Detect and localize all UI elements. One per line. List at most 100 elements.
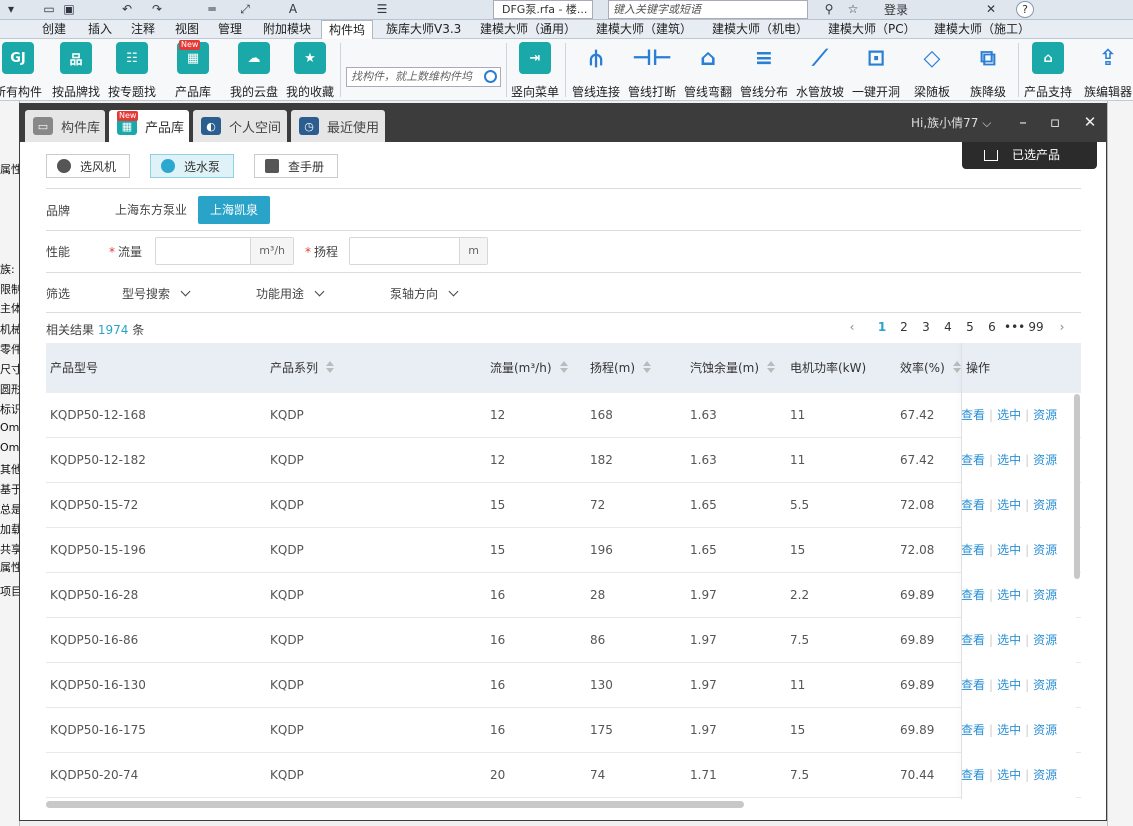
help-search-input[interactable]: 键入关键字或短语 xyxy=(608,0,808,19)
brand-option-kaiquan[interactable]: 上海凯泉 xyxy=(198,196,271,224)
tab-component-dock[interactable]: 构件坞 xyxy=(321,20,374,39)
exchange-icon[interactable]: ✕ xyxy=(984,2,998,16)
pipe-break-button[interactable]: ⊣⊢ 管线打断 xyxy=(624,42,680,100)
view-link[interactable]: 查看 xyxy=(961,633,985,647)
undo-icon[interactable]: ↶ xyxy=(120,2,134,16)
maximize-button[interactable]: ▫ xyxy=(1045,112,1065,132)
tab-component-library[interactable]: ▭ 构件库 xyxy=(25,110,105,142)
view-link[interactable]: 查看 xyxy=(961,678,985,692)
vertical-menu-button[interactable]: ⇥ 竖向菜单 xyxy=(507,42,563,100)
resource-link[interactable]: 资源 xyxy=(1033,723,1057,737)
app-menu-icon[interactable]: ▾ xyxy=(4,2,18,16)
close-button[interactable]: ✕ xyxy=(1080,112,1100,132)
header-head[interactable]: 扬程(m) xyxy=(590,343,652,393)
header-motor-power[interactable]: 电机功率(kW) xyxy=(790,343,866,393)
open-hole-button[interactable]: ⊡ 一键开洞 xyxy=(848,42,904,100)
tab-personal-space[interactable]: ◐ 个人空间 xyxy=(193,110,287,142)
pipe-connect-button[interactable]: ⫛ 管线连接 xyxy=(568,42,624,100)
view-link[interactable]: 查看 xyxy=(961,408,985,422)
help-button[interactable]: ? xyxy=(1016,1,1034,18)
resource-link[interactable]: 资源 xyxy=(1033,453,1057,467)
text-icon[interactable]: A xyxy=(286,2,300,16)
page-2[interactable]: 2 xyxy=(898,320,910,334)
search-icon[interactable] xyxy=(484,70,497,83)
sort-icon[interactable] xyxy=(326,360,335,373)
page-3[interactable]: 3 xyxy=(920,320,932,334)
select-link[interactable]: 选中 xyxy=(997,768,1021,782)
model-search-dropdown[interactable]: 型号搜索 xyxy=(122,285,191,302)
table-row[interactable]: KQDP50-15-196 KQDP 15 196 1.65 15 72.08 查看 | 选中 | 资… xyxy=(46,528,1081,573)
table-row[interactable]: KQDP50-15-72 KQDP 15 72 1.65 5.5 72.08 查看 | 选中 | 资源 xyxy=(46,483,1081,528)
select-link[interactable]: 选中 xyxy=(997,453,1021,467)
table-row[interactable]: KQDP50-12-182 KQDP 12 182 1.63 11 67.42 查看 | 选中 | 资… xyxy=(46,438,1081,483)
page-ellipsis[interactable]: ••• xyxy=(1004,320,1025,334)
find-by-topic-button[interactable]: ☷ 按专题找 xyxy=(104,42,160,100)
header-npsh[interactable]: 汽蚀余量(m) xyxy=(690,343,776,393)
select-link[interactable]: 选中 xyxy=(997,543,1021,557)
tab-product-library[interactable]: New ▦ 产品库 xyxy=(109,110,189,142)
select-link[interactable]: 选中 xyxy=(997,408,1021,422)
redo-icon[interactable]: ↷ xyxy=(150,2,164,16)
check-manual-button[interactable]: 查手册 xyxy=(254,154,338,178)
brand-option-dongfang[interactable]: 上海东方泵业 xyxy=(103,196,199,224)
table-row[interactable]: KQDP50-16-130 KQDP 16 130 1.97 11 69.89 查看 | 选中 | 资… xyxy=(46,663,1081,708)
resource-link[interactable]: 资源 xyxy=(1033,408,1057,422)
select-link[interactable]: 选中 xyxy=(997,723,1021,737)
view-link[interactable]: 查看 xyxy=(961,453,985,467)
sort-icon[interactable] xyxy=(643,360,652,373)
shaft-direction-dropdown[interactable]: 泵轴方向 xyxy=(390,285,459,302)
tab-view[interactable]: 视图 xyxy=(175,20,199,39)
tab-manage[interactable]: 管理 xyxy=(218,20,242,39)
tab-create[interactable]: 创建 xyxy=(42,20,66,39)
tab-annotate[interactable]: 注释 xyxy=(131,20,155,39)
resource-link[interactable]: 资源 xyxy=(1033,498,1057,512)
page-1[interactable]: 1 xyxy=(876,320,888,334)
table-row[interactable]: KQDP50-16-175 KQDP 16 175 1.97 15 69.89 查看 | 选中 | 资… xyxy=(46,708,1081,753)
header-flow[interactable]: 流量(m³/h) xyxy=(490,343,568,393)
binoculars-icon[interactable]: ⚲ xyxy=(822,2,836,16)
page-4[interactable]: 4 xyxy=(942,320,954,334)
all-components-button[interactable]: GJ 所有构件 xyxy=(0,42,46,100)
save-icon[interactable]: ▣ xyxy=(62,2,76,16)
my-favorites-button[interactable]: ★ 我的收藏 xyxy=(282,42,338,100)
vertical-scrollbar[interactable] xyxy=(1074,394,1080,579)
product-library-button[interactable]: New ▦ 产品库 xyxy=(165,40,221,100)
tab-modeling-mep[interactable]: 建模大师（机电） xyxy=(712,20,808,39)
find-by-brand-button[interactable]: 品 按品牌找 xyxy=(48,42,104,100)
resource-link[interactable]: 资源 xyxy=(1033,633,1057,647)
user-menu[interactable]: Hi,族小倩77 ⌵ xyxy=(911,114,991,131)
horizontal-scrollbar[interactable] xyxy=(46,801,744,808)
page-6[interactable]: 6 xyxy=(986,320,998,334)
table-row[interactable]: KQDP50-20-74 KQDP 20 74 1.71 7.5 70.44 查看 | 选中 | 资源 xyxy=(46,753,1081,798)
prev-page-icon[interactable]: ‹ xyxy=(846,320,858,334)
select-link[interactable]: 选中 xyxy=(997,498,1021,512)
head-input[interactable]: m xyxy=(349,237,488,265)
tab-recent-use[interactable]: ◷ 最近使用 xyxy=(291,110,385,142)
header-series[interactable]: 产品系列 xyxy=(270,343,335,393)
my-cloud-disk-button[interactable]: ☁ 我的云盘 xyxy=(226,42,282,100)
tab-addins[interactable]: 附加模块 xyxy=(263,20,311,39)
sort-icon[interactable] xyxy=(559,360,568,373)
tab-modeling-construction[interactable]: 建模大师（施工） xyxy=(934,20,1030,39)
tab-family-master[interactable]: 族库大师V3.3 xyxy=(386,20,461,39)
resource-link[interactable]: 资源 xyxy=(1033,543,1057,557)
table-row[interactable]: KQDP50-12-168 KQDP 12 168 1.63 11 67.42 查看 | 选中 | 资… xyxy=(46,393,1081,438)
function-dropdown[interactable]: 功能用途 xyxy=(256,285,325,302)
tab-insert[interactable]: 插入 xyxy=(88,20,112,39)
component-search-input[interactable]: 找构件，就上数维构件坞 xyxy=(346,67,501,87)
view-link[interactable]: 查看 xyxy=(961,588,985,602)
view-link[interactable]: 查看 xyxy=(961,498,985,512)
table-row[interactable]: KQDP50-16-86 KQDP 16 86 1.97 7.5 69.89 查看 | 选中 | 资源 xyxy=(46,618,1081,663)
family-downgrade-button[interactable]: ⧉ 族降级 xyxy=(960,42,1016,100)
select-link[interactable]: 选中 xyxy=(997,588,1021,602)
pipe-slope-button[interactable]: ⟋ 水管放坡 xyxy=(792,42,848,100)
select-fan-button[interactable]: 选风机 xyxy=(46,154,130,178)
sort-icon[interactable] xyxy=(767,360,776,373)
resource-link[interactable]: 资源 xyxy=(1033,588,1057,602)
product-support-button[interactable]: ⌂ 产品支持 xyxy=(1020,42,1076,100)
beam-follow-slab-button[interactable]: ◇ 梁随板 xyxy=(904,42,960,100)
sort-icon[interactable] xyxy=(952,360,961,373)
tab-modeling-general[interactable]: 建模大师（通用） xyxy=(480,20,576,39)
resource-link[interactable]: 资源 xyxy=(1033,768,1057,782)
family-editor-button[interactable]: ⇪ 族编辑器 xyxy=(1080,42,1133,100)
